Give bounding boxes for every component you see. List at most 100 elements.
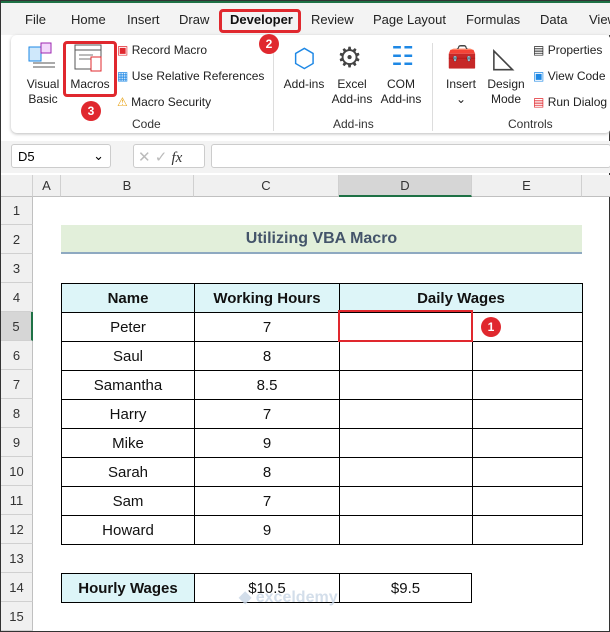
tab-data[interactable]: Data	[540, 12, 567, 27]
tab-insert[interactable]: Insert	[127, 12, 160, 27]
chevron-down-icon: ⌄	[93, 148, 104, 163]
tab-file[interactable]: File	[25, 12, 46, 27]
row-header-7[interactable]: 7	[1, 370, 33, 399]
cell-name[interactable]: Howard	[61, 515, 195, 545]
column-header-c[interactable]: C	[194, 175, 339, 197]
function-icon[interactable]: fx	[172, 150, 183, 166]
group-addins-label: Add-ins	[333, 117, 374, 131]
tab-page-layout[interactable]: Page Layout	[373, 12, 446, 27]
row-header-13[interactable]: 13	[1, 544, 33, 573]
hourly-wage-d14[interactable]: $9.5	[339, 573, 472, 603]
row-header-3[interactable]: 3	[1, 254, 33, 283]
step-badge-1: 1	[481, 317, 501, 337]
cell-e-cell[interactable]	[472, 341, 583, 371]
cell-e-cell[interactable]	[472, 370, 583, 400]
tab-review[interactable]: Review	[311, 12, 354, 27]
cell-hours[interactable]: 8.5	[194, 370, 340, 400]
cell-daily-wage[interactable]	[339, 399, 473, 429]
addins-button[interactable]: Add-ins	[283, 77, 325, 92]
macro-security-button[interactable]: ⚠ Macro Security	[117, 95, 211, 110]
name-box[interactable]: D5 ⌄	[11, 144, 111, 168]
header-name[interactable]: Name	[61, 283, 195, 313]
warning-icon: ⚠	[117, 95, 128, 109]
cell-daily-wage[interactable]	[339, 341, 473, 371]
cell-hours[interactable]: 8	[194, 457, 340, 487]
cell-e-cell[interactable]	[472, 457, 583, 487]
cell-name[interactable]: Peter	[61, 312, 195, 342]
select-all-button[interactable]	[1, 175, 33, 197]
enter-icon[interactable]: ✓	[155, 149, 168, 166]
watermark-logo: ◆ exceldemy	[239, 589, 338, 606]
column-header-a[interactable]: A	[33, 175, 61, 197]
row-header-2[interactable]: 2	[1, 225, 33, 254]
tab-home[interactable]: Home	[71, 12, 106, 27]
design-mode-button[interactable]: Design Mode	[483, 77, 529, 107]
cell-daily-wage[interactable]	[339, 515, 473, 545]
cell-name[interactable]: Samantha	[61, 370, 195, 400]
row-header-4[interactable]: 4	[1, 283, 33, 312]
cell-hours[interactable]: 8	[194, 341, 340, 371]
cell-daily-wage[interactable]	[339, 486, 473, 516]
formula-input[interactable]	[211, 144, 610, 168]
tab-formulas[interactable]: Formulas	[466, 12, 520, 27]
cell-name[interactable]: Mike	[61, 428, 195, 458]
divider	[273, 43, 274, 131]
properties-button[interactable]: ▤ Properties	[533, 43, 602, 58]
step-badge-3: 3	[81, 101, 101, 121]
design-mode-icon: ◺	[493, 42, 515, 73]
gear-icon: ⚙	[337, 42, 363, 73]
column-header-d[interactable]: D	[339, 175, 472, 197]
excel-addins-button[interactable]: Excel Add-ins	[327, 77, 377, 107]
cell-daily-wage[interactable]	[339, 428, 473, 458]
record-macro-icon: ▣	[117, 43, 129, 57]
row-header-11[interactable]: 11	[1, 486, 33, 515]
cell-e-cell[interactable]	[472, 428, 583, 458]
row-header-6[interactable]: 6	[1, 341, 33, 370]
cell-daily-wage[interactable]	[339, 370, 473, 400]
cell-hours[interactable]: 7	[194, 486, 340, 516]
highlight-developer	[219, 9, 301, 33]
header-daily-wages[interactable]: Daily Wages	[339, 283, 583, 313]
cell-hours[interactable]: 9	[194, 515, 340, 545]
cell-hours[interactable]: 9	[194, 428, 340, 458]
row-header-12[interactable]: 12	[1, 515, 33, 544]
row-header-9[interactable]: 9	[1, 428, 33, 457]
run-dialog-button[interactable]: ▤ Run Dialog	[533, 95, 607, 110]
cell-e-cell[interactable]	[472, 486, 583, 516]
tab-draw[interactable]: Draw	[179, 12, 209, 27]
hourly-wages-label[interactable]: Hourly Wages	[61, 573, 195, 603]
row-header-10[interactable]: 10	[1, 457, 33, 486]
row-header-14[interactable]: 14	[1, 573, 33, 602]
column-header-b[interactable]: B	[61, 175, 194, 197]
formula-controls: ✕ ✓ fx	[133, 144, 205, 168]
properties-icon: ▤	[533, 43, 545, 57]
view-code-button[interactable]: ▣ View Code	[533, 69, 606, 84]
row-header-8[interactable]: 8	[1, 399, 33, 428]
insert-control-button[interactable]: Insert ⌄	[441, 77, 481, 107]
cancel-icon[interactable]: ✕	[138, 149, 151, 166]
cell-name[interactable]: Sarah	[61, 457, 195, 487]
selected-cell-d5[interactable]	[338, 310, 473, 342]
visual-basic-button[interactable]: Visual Basic	[23, 77, 63, 107]
column-header-f[interactable]	[582, 175, 610, 197]
cell-e-cell[interactable]	[472, 515, 583, 545]
record-macro-button[interactable]: ▣ Record Macro	[117, 43, 207, 58]
row-header-15[interactable]: 15	[1, 602, 33, 631]
header-working-hours[interactable]: Working Hours	[194, 283, 340, 313]
use-relative-references-button[interactable]: ▦ Use Relative References	[117, 69, 264, 84]
cell-daily-wage[interactable]	[339, 457, 473, 487]
addins-icon: ⬡	[293, 43, 316, 73]
row-header-5[interactable]: 5	[1, 312, 33, 341]
cell-name[interactable]: Sam	[61, 486, 195, 516]
cell-name[interactable]: Harry	[61, 399, 195, 429]
row-header-1[interactable]: 1	[1, 197, 33, 225]
cell-hours[interactable]: 7	[194, 399, 340, 429]
cell-e-cell[interactable]	[472, 399, 583, 429]
cell-name[interactable]: Saul	[61, 341, 195, 371]
cell-hours[interactable]: 7	[194, 312, 340, 342]
com-addins-button[interactable]: COM Add-ins	[377, 77, 425, 107]
tab-view[interactable]: View	[589, 12, 610, 27]
chevron-down-icon: ⌄	[455, 92, 467, 106]
column-header-e[interactable]: E	[472, 175, 582, 197]
ribbon: Visual Basic Macros ▣ Record Macro ▦ Use…	[11, 35, 610, 133]
